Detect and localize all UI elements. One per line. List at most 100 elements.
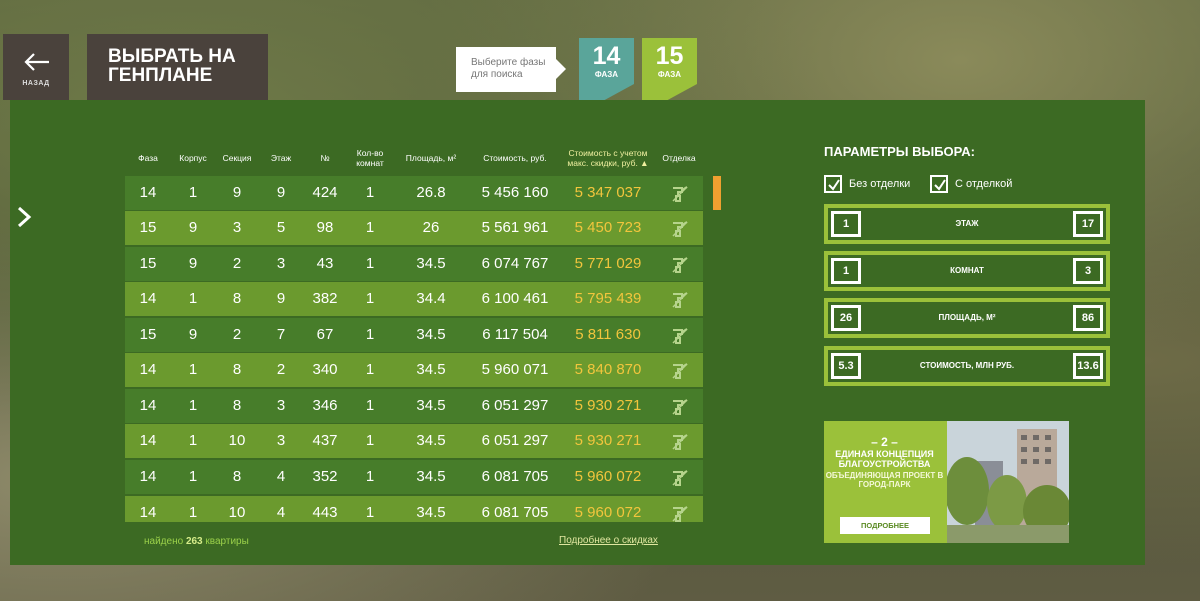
col-discount-price[interactable]: Стоимость с учетом макс. скидки, руб. ▲: [561, 141, 655, 175]
range-label: СТОИМОСТЬ, МЛН РУБ.: [919, 361, 1015, 370]
cell-discount-price: 5 795 439: [574, 290, 642, 307]
cell-area: 34.5: [416, 255, 446, 272]
cell-discount-price: 5 930 271: [574, 397, 642, 414]
no-finish-checkbox[interactable]: [824, 175, 842, 193]
cell-building: 1: [188, 397, 198, 414]
cell-price: 6 100 461: [481, 290, 549, 307]
range-max-handle[interactable]: 3: [1073, 258, 1103, 284]
table-row[interactable]: 15 9 2 3 43 1 34.5 6 074 767 5 771 029: [125, 247, 703, 281]
col-finish[interactable]: Отделка: [655, 141, 703, 175]
back-label: НАЗАД: [22, 80, 50, 87]
floor-range-slider[interactable]: ЭТАЖ 1 17: [824, 204, 1110, 244]
promo-banner[interactable]: – 2 – ЕДИНАЯ КОНЦЕПЦИЯ БЛАГОУСТРОЙСТВА О…: [824, 421, 1069, 543]
cell-discount-price: 5 960 072: [574, 468, 642, 485]
cell-building: 9: [188, 326, 198, 343]
cell-building: 1: [188, 468, 198, 485]
cell-price: 6 051 297: [481, 397, 549, 414]
cell-number: 437: [312, 432, 338, 449]
cell-price: 5 561 961: [481, 219, 549, 236]
cell-floor: 4: [276, 468, 286, 485]
cell-building: 1: [188, 361, 198, 378]
cell-building: 9: [188, 255, 198, 272]
table-row[interactable]: 14 1 9 9 424 1 26.8 5 456 160 5 347 037: [125, 176, 703, 210]
phase-label: ФАЗА: [594, 70, 619, 79]
table-row[interactable]: 15 9 2 7 67 1 34.5 6 117 504 5 811 630: [125, 318, 703, 352]
cell-rooms: 1: [365, 255, 375, 272]
cell-area: 34.5: [416, 468, 446, 485]
roller-brush-icon: [672, 363, 688, 379]
cell-number: 346: [312, 397, 338, 414]
back-button[interactable]: НАЗАД: [3, 34, 69, 100]
area-range-slider[interactable]: ПЛОЩАДЬ, М² 26 86: [824, 298, 1110, 338]
cell-building: 1: [188, 290, 198, 307]
table-row[interactable]: 14 1 10 4 443 1 34.5 6 081 705 5 960 072: [125, 496, 703, 522]
discount-details-link[interactable]: Подробнее о скидках: [559, 535, 658, 546]
checkmark-icon: [828, 179, 840, 191]
col-building[interactable]: Корпус: [171, 141, 215, 175]
range-max-handle[interactable]: 13.6: [1073, 353, 1103, 379]
cell-section: 2: [232, 326, 242, 343]
cell-price: 5 456 160: [481, 184, 549, 201]
col-area[interactable]: Площадь, м²: [393, 141, 469, 175]
table-row[interactable]: 14 1 8 9 382 1 34.4 6 100 461 5 795 439: [125, 282, 703, 316]
range-min-handle[interactable]: 5.3: [831, 353, 861, 379]
cell-section: 8: [232, 361, 242, 378]
cell-price: 6 074 767: [481, 255, 549, 272]
table-scrollbar[interactable]: [713, 176, 721, 210]
phase-number: 14: [592, 42, 621, 70]
range-min-handle[interactable]: 26: [831, 305, 861, 331]
cell-building: 1: [188, 504, 198, 521]
promo-image: [947, 421, 1069, 543]
cell-number: 340: [312, 361, 338, 378]
price-range-slider[interactable]: СТОИМОСТЬ, МЛН РУБ. 5.3 13.6: [824, 346, 1110, 386]
col-number[interactable]: №: [303, 141, 347, 175]
with-finish-checkbox[interactable]: [930, 175, 948, 193]
range-max-handle[interactable]: 86: [1073, 305, 1103, 331]
range-min-handle[interactable]: 1: [831, 211, 861, 237]
table-row[interactable]: 14 1 8 3 346 1 34.5 6 051 297 5 930 271: [125, 389, 703, 423]
chevron-right-icon[interactable]: [16, 206, 32, 228]
table-row[interactable]: 14 1 8 2 340 1 34.5 5 960 071 5 840 870: [125, 353, 703, 387]
cell-floor: 3: [276, 432, 286, 449]
cell-rooms: 1: [365, 219, 375, 236]
cell-phase: 14: [139, 432, 157, 449]
range-min-handle[interactable]: 1: [831, 258, 861, 284]
cell-price: 6 081 705: [481, 504, 549, 521]
found-suffix: квартиры: [205, 536, 249, 547]
cell-phase: 15: [139, 326, 157, 343]
rooms-range-slider[interactable]: КОМНАТ 1 3: [824, 251, 1110, 291]
promo-heading: ЕДИНАЯ КОНЦЕПЦИЯ БЛАГОУСТРОЙСТВА: [835, 449, 934, 469]
col-section[interactable]: Секция: [215, 141, 259, 175]
cell-number: 67: [316, 326, 334, 343]
col-phase[interactable]: Фаза: [125, 141, 171, 175]
table-row[interactable]: 15 9 3 5 98 1 26 5 561 961 5 450 723: [125, 211, 703, 245]
cell-phase: 14: [139, 397, 157, 414]
cell-number: 352: [312, 468, 338, 485]
cell-discount-price: 5 840 870: [574, 361, 642, 378]
cell-floor: 3: [276, 397, 286, 414]
promo-more-button[interactable]: ПОДРОБНЕЕ: [840, 517, 930, 534]
cell-floor: 3: [276, 255, 286, 272]
phase-number: 15: [655, 42, 684, 70]
roller-brush-icon: [672, 506, 688, 522]
cell-phase: 14: [139, 184, 157, 201]
range-max-handle[interactable]: 17: [1073, 211, 1103, 237]
cell-phase: 14: [139, 361, 157, 378]
table-row[interactable]: 14 1 10 3 437 1 34.5 6 051 297 5 930 271: [125, 424, 703, 458]
roller-brush-icon: [672, 257, 688, 273]
col-floor[interactable]: Этаж: [259, 141, 303, 175]
cell-discount-price: 5 450 723: [574, 219, 642, 236]
cell-building: 1: [188, 432, 198, 449]
table-row[interactable]: 14 1 8 4 352 1 34.5 6 081 705 5 960 072: [125, 460, 703, 494]
params-title: ПАРАМЕТРЫ ВЫБОРА:: [824, 144, 975, 159]
col-rooms[interactable]: Кол-во комнат: [347, 141, 393, 175]
select-on-genplan-button[interactable]: ВЫБРАТЬ НА ГЕНПЛАНЕ: [87, 34, 268, 100]
cell-rooms: 1: [365, 361, 375, 378]
cell-building: 9: [188, 219, 198, 236]
cell-number: 424: [312, 184, 338, 201]
phase-label: ФАЗА: [657, 70, 682, 79]
col-price[interactable]: Стоимость, руб.: [469, 141, 561, 175]
cell-section: 8: [232, 290, 242, 307]
cell-rooms: 1: [365, 397, 375, 414]
cell-rooms: 1: [365, 504, 375, 521]
